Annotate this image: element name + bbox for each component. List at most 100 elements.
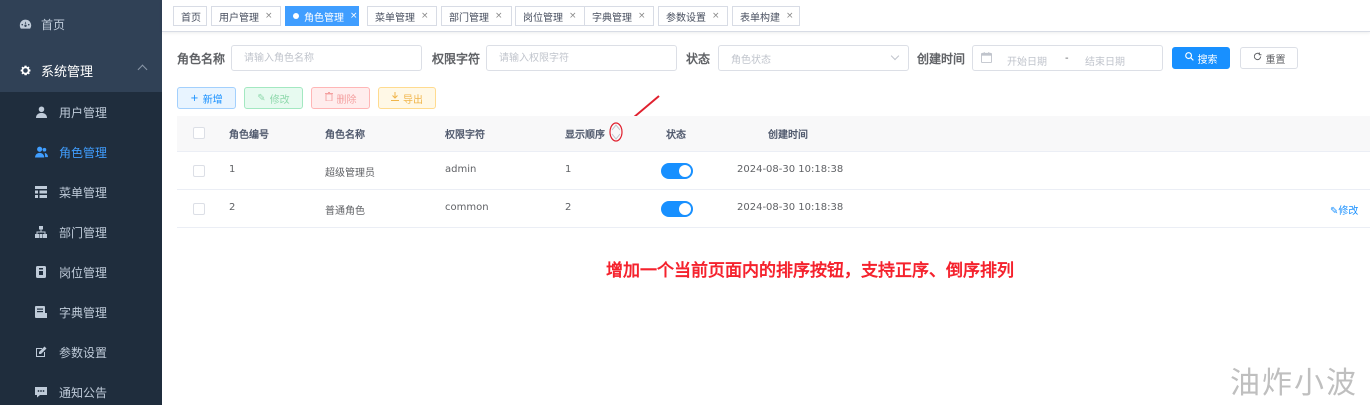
sidebar-item-home[interactable]: 首页 xyxy=(0,4,162,44)
tag-label: 首页 xyxy=(181,12,201,24)
start-date-input[interactable]: 开始日期 xyxy=(1007,53,1047,68)
sidebar-item-departments[interactable]: 部门管理 xyxy=(0,212,162,252)
download-icon xyxy=(391,92,399,104)
sidebar-item-label: 岗位管理 xyxy=(59,265,108,280)
close-icon[interactable]: × xyxy=(569,11,577,21)
search-button-label: 搜索 xyxy=(1197,54,1218,66)
tags-view: 首页 用户管理 × 角色管理 × 菜单管理 × 部门管理 × 岗位管理 × 字典管理 × 参… xyxy=(162,0,1370,32)
cell-role-key: common xyxy=(445,202,489,213)
sidebar-item-label: 首页 xyxy=(41,17,66,32)
tag-label: 用户管理 xyxy=(219,12,259,24)
table-row: 1 超级管理员 admin 1 2024-08-30 10:18:38 xyxy=(177,152,1370,190)
row-edit-link[interactable]: ✎修改 xyxy=(1330,202,1358,217)
header-role-id: 角色编号 xyxy=(229,130,269,141)
close-icon[interactable]: × xyxy=(786,11,794,21)
tag-menus[interactable]: 菜单管理 × xyxy=(367,6,437,26)
edit-button[interactable]: ✎ 修改 xyxy=(244,87,303,109)
cell-sort-order: 2 xyxy=(565,202,572,213)
sidebar-item-label: 用户管理 xyxy=(59,105,108,120)
close-icon[interactable]: × xyxy=(712,11,720,21)
tag-roles[interactable]: 角色管理 × xyxy=(285,6,359,26)
add-button[interactable]: + 新增 xyxy=(177,87,236,109)
cell-role-name: 超级管理员 xyxy=(325,168,375,179)
header-created-time: 创建时间 xyxy=(768,130,808,141)
close-icon[interactable]: × xyxy=(638,11,646,21)
sidebar-group-label: 系统管理 xyxy=(41,64,94,80)
chevron-down-icon xyxy=(890,51,900,61)
edit-button-label: 修改 xyxy=(269,94,290,106)
tag-form-build[interactable]: 表单构建 × xyxy=(732,6,800,26)
tag-label: 表单构建 xyxy=(740,12,780,24)
role-name-input[interactable] xyxy=(231,45,422,71)
tag-label: 菜单管理 xyxy=(375,12,415,24)
sidebar-item-notice[interactable]: 通知公告 xyxy=(0,372,162,405)
message-icon xyxy=(34,385,48,399)
sidebar-group-system[interactable]: 系统管理 xyxy=(0,46,162,94)
reset-button-label: 重置 xyxy=(1265,54,1286,66)
tag-label: 参数设置 xyxy=(666,12,706,24)
status-switch[interactable] xyxy=(661,201,693,217)
row-checkbox[interactable] xyxy=(193,203,205,215)
tag-users[interactable]: 用户管理 × xyxy=(211,6,281,26)
chevron-up-icon xyxy=(137,64,148,75)
role-name-label: 角色名称 xyxy=(177,52,226,66)
date-separator: - xyxy=(1065,53,1069,64)
peoples-icon xyxy=(34,145,48,159)
header-sort-order[interactable]: 显示顺序 xyxy=(565,126,605,141)
refresh-icon xyxy=(1253,52,1262,64)
row-edit-label: 修改 xyxy=(1338,206,1359,217)
close-icon[interactable]: × xyxy=(495,11,503,21)
tree-table-icon xyxy=(34,185,48,199)
sidebar-item-users[interactable]: 用户管理 xyxy=(0,92,162,132)
add-button-label: 新增 xyxy=(202,94,223,106)
status-switch[interactable] xyxy=(661,163,693,179)
tag-dictionary[interactable]: 字典管理 × xyxy=(584,6,654,26)
reset-button[interactable]: 重置 xyxy=(1240,47,1298,69)
date-range-picker[interactable]: 开始日期 - 结束日期 xyxy=(972,45,1163,71)
tree-icon xyxy=(34,225,48,239)
dict-icon xyxy=(34,305,48,319)
post-icon xyxy=(34,265,48,279)
export-button[interactable]: 导出 xyxy=(378,87,436,109)
close-icon[interactable]: × xyxy=(421,11,429,21)
tag-config[interactable]: 参数设置 × xyxy=(658,6,728,26)
cell-created-time: 2024-08-30 10:18:38 xyxy=(737,164,844,175)
tag-departments[interactable]: 部门管理 × xyxy=(441,6,512,26)
active-dot-icon xyxy=(293,13,299,19)
sidebar-item-config[interactable]: 参数设置 xyxy=(0,332,162,372)
tag-posts[interactable]: 岗位管理 × xyxy=(515,6,586,26)
sidebar-item-menus[interactable]: 菜单管理 xyxy=(0,172,162,212)
end-date-input[interactable]: 结束日期 xyxy=(1085,53,1125,68)
search-button[interactable]: 搜索 xyxy=(1172,47,1230,69)
annotation-note: 增加一个当前页面内的排序按钮，支持正序、倒序排列 xyxy=(606,261,1014,281)
status-label: 状态 xyxy=(686,52,711,66)
delete-button[interactable]: 删除 xyxy=(311,87,370,109)
sidebar-item-label: 部门管理 xyxy=(59,225,108,240)
sidebar-item-dictionary[interactable]: 字典管理 xyxy=(0,292,162,332)
cell-role-name: 普通角色 xyxy=(325,206,365,217)
tag-label: 角色管理 xyxy=(304,12,344,24)
export-button-label: 导出 xyxy=(403,94,423,106)
close-icon[interactable]: × xyxy=(350,11,358,21)
cell-role-id: 1 xyxy=(229,164,236,175)
status-select-placeholder: 角色状态 xyxy=(731,54,771,66)
status-select[interactable]: 角色状态 xyxy=(718,45,909,71)
tag-home[interactable]: 首页 xyxy=(173,6,207,26)
header-role-key: 权限字符 xyxy=(445,130,485,141)
row-checkbox[interactable] xyxy=(193,165,205,177)
sort-toggle-icon[interactable] xyxy=(609,121,623,143)
table-header: 角色编号 角色名称 权限字符 显示顺序 状态 创建时间 xyxy=(177,116,1370,152)
dashboard-icon xyxy=(18,17,32,31)
plus-icon: + xyxy=(190,92,199,104)
sidebar-item-roles[interactable]: 角色管理 xyxy=(0,132,162,172)
user-icon xyxy=(34,105,48,119)
calendar-icon xyxy=(981,52,992,66)
sidebar-item-label: 字典管理 xyxy=(59,305,108,320)
sidebar-item-posts[interactable]: 岗位管理 xyxy=(0,252,162,292)
select-all-checkbox[interactable] xyxy=(193,127,205,139)
tag-label: 岗位管理 xyxy=(523,12,563,24)
cell-created-time: 2024-08-30 10:18:38 xyxy=(737,202,844,213)
close-icon[interactable]: × xyxy=(265,11,273,21)
role-key-input[interactable] xyxy=(486,45,677,71)
header-status: 状态 xyxy=(666,130,686,141)
